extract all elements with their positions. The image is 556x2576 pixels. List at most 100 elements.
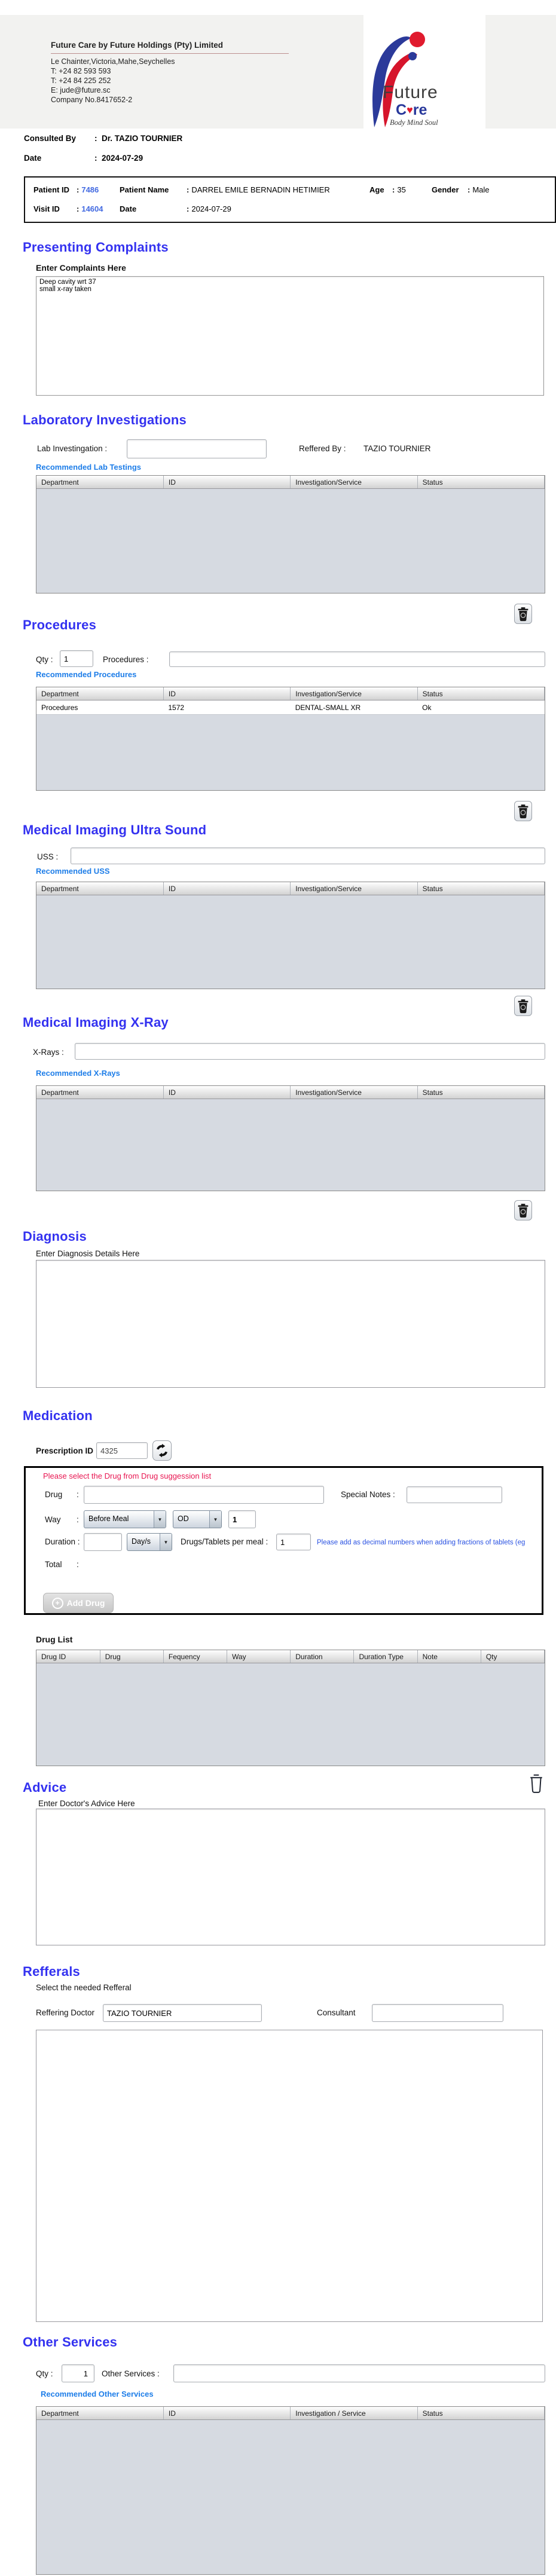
referring-doctor-label: Reffering Doctor xyxy=(36,2008,95,2017)
consulted-by-label: Consulted By xyxy=(24,134,77,143)
recommended-other-services-link[interactable]: Recommended Other Services xyxy=(41,2390,154,2398)
plus-icon: + xyxy=(51,1597,63,1609)
other-qty-label: Qty : xyxy=(36,2369,53,2378)
patient-age-value: 35 xyxy=(397,185,406,194)
clear-uss-list-button[interactable] xyxy=(514,996,532,1016)
section-title-procedures: Procedures xyxy=(23,617,97,632)
consultation-page: Future Care by Future Holdings (Pty) Lim… xyxy=(0,0,556,2576)
drug-list-table: Drug ID Drug Fequency Way Duration Duration T… xyxy=(36,1650,545,1766)
procedures-table: Department ID Investigation/Service Status P… xyxy=(36,687,545,791)
drug-input[interactable] xyxy=(84,1486,324,1504)
special-notes-input[interactable] xyxy=(407,1486,502,1503)
diagnosis-label: Enter Diagnosis Details Here xyxy=(36,1249,140,1258)
diagnosis-textarea[interactable] xyxy=(36,1260,545,1388)
xray-input[interactable] xyxy=(75,1043,545,1060)
date-row: Date: 2024-07-29 xyxy=(24,154,143,163)
company-name: Future Care by Future Holdings (Pty) Lim… xyxy=(51,41,224,50)
recommended-xrays-link[interactable]: Recommended X-Rays xyxy=(36,1069,120,1078)
referrals-subtitle: Select the needed Refferal xyxy=(36,1983,132,1992)
recommended-procedures-link[interactable]: Recommended Procedures xyxy=(36,670,136,679)
referred-by-value: TAZIO TOURNIER xyxy=(363,444,431,453)
duration-input[interactable] xyxy=(84,1533,122,1551)
lab-investigation-input[interactable] xyxy=(127,439,267,458)
clear-drug-list-button[interactable] xyxy=(528,1773,544,1796)
advice-textarea[interactable] xyxy=(36,1809,545,1945)
column-header: Department xyxy=(36,1086,164,1099)
column-header: Duration xyxy=(290,1650,355,1663)
company-number: Company No.8417652-2 xyxy=(51,96,133,104)
complaints-textarea[interactable]: Deep cavity wrt 37 small x-ray taken xyxy=(36,276,544,396)
chevron-down-icon: ▼ xyxy=(160,1534,172,1550)
clear-xray-list-button[interactable] xyxy=(514,1200,532,1220)
special-notes-label: Special Notes : xyxy=(341,1490,395,1499)
column-header: Status xyxy=(417,687,545,700)
per-meal-label: Drugs/Tablets per meal : xyxy=(181,1537,268,1546)
frequency-qty-input[interactable] xyxy=(228,1510,256,1528)
section-title-medication: Medication xyxy=(23,1408,93,1423)
logo-tagline: Body Mind Soul xyxy=(390,118,438,127)
consultant-input[interactable] xyxy=(372,2004,503,2022)
refresh-prescription-id-button[interactable] xyxy=(152,1440,172,1461)
section-title-referrals: Refferals xyxy=(23,1964,80,1979)
column-header: ID xyxy=(163,476,291,489)
clear-lab-list-button[interactable] xyxy=(514,604,532,624)
column-header: Department xyxy=(36,2407,164,2420)
other-services-label: Other Services : xyxy=(102,2369,160,2378)
trash-icon xyxy=(530,1774,542,1793)
other-services-input[interactable] xyxy=(173,2364,545,2382)
column-header: Department xyxy=(36,882,164,895)
frequency-select[interactable]: OD ▼ xyxy=(173,1510,222,1528)
referral-list-box[interactable] xyxy=(36,2030,543,2322)
heart-icon: ♥ xyxy=(407,104,413,116)
meal-timing-select[interactable]: Before Meal ▼ xyxy=(84,1510,166,1528)
consulted-by-row: Consulted By: Dr. TAZIO TOURNIER xyxy=(24,134,183,143)
table-row[interactable]: Procedures 1572 DENTAL-SMALL XR Ok xyxy=(36,700,545,715)
company-address: Le Chainter,Victoria,Mahe,Seychelles xyxy=(51,57,175,66)
column-header: Note xyxy=(417,1650,481,1663)
duration-unit-select[interactable]: Day/s ▼ xyxy=(127,1533,172,1551)
section-title-advice: Advice xyxy=(23,1780,67,1795)
procedures-qty-input[interactable] xyxy=(60,650,93,667)
column-header: Department xyxy=(36,687,164,700)
recommended-uss-link[interactable]: Recommended USS xyxy=(36,867,110,876)
date-value: 2024-07-29 xyxy=(102,154,143,163)
column-header: Investigation / Service xyxy=(290,2407,418,2420)
lab-investigation-label: Lab Investingation : xyxy=(37,444,108,453)
column-header: Investigation/Service xyxy=(290,687,418,700)
chevron-down-icon: ▼ xyxy=(209,1511,221,1528)
section-title-ultrasound: Medical Imaging Ultra Sound xyxy=(23,822,207,837)
trash-icon xyxy=(518,607,528,622)
consulted-by-value: Dr. TAZIO TOURNIER xyxy=(102,134,183,143)
other-services-table: Department ID Investigation / Service Statu… xyxy=(36,2406,545,2575)
column-header: Fequency xyxy=(163,1650,228,1663)
company-phone-2: T: +24 84 225 252 xyxy=(51,77,111,85)
prescription-id-input[interactable] xyxy=(96,1442,148,1459)
advice-label: Enter Doctor's Advice Here xyxy=(38,1799,135,1808)
patient-gender-field: Gender: Male xyxy=(432,185,490,194)
column-header: Investigation/Service xyxy=(290,476,418,489)
other-qty-input[interactable] xyxy=(62,2364,94,2382)
trash-icon xyxy=(518,1204,528,1218)
per-meal-input[interactable] xyxy=(276,1534,311,1550)
drug-suggestion-warning: Please select the Drug from Drug suggess… xyxy=(43,1471,212,1480)
add-drug-button[interactable]: + Add Drug xyxy=(43,1593,114,1613)
decimal-note: Please add as decimal numbers when addin… xyxy=(317,1539,526,1546)
clear-procedures-list-button[interactable] xyxy=(514,801,532,821)
referring-doctor-input[interactable] xyxy=(103,2004,262,2022)
uss-table: Department ID Investigation/Service Status xyxy=(36,882,545,989)
procedures-input[interactable] xyxy=(169,651,545,667)
recommended-lab-testings-link[interactable]: Recommended Lab Testings xyxy=(36,463,141,472)
section-title-other-services: Other Services xyxy=(23,2335,118,2349)
patient-id-field: Patient ID:7486 xyxy=(33,185,99,194)
column-header: Qty xyxy=(481,1650,545,1663)
patient-info-box: Patient ID:7486 Patient Name: DARREL EMIL… xyxy=(24,176,556,223)
refresh-icon xyxy=(157,1443,167,1458)
uss-input[interactable] xyxy=(71,848,545,864)
patient-name-value: DARREL EMILE BERNADIN HETIMIER xyxy=(191,185,330,194)
column-header: ID xyxy=(163,687,291,700)
section-title-xray: Medical Imaging X-Ray xyxy=(23,1015,169,1030)
column-header: Status xyxy=(417,882,545,895)
column-header: ID xyxy=(163,1086,291,1099)
company-name-underline xyxy=(51,53,289,54)
total-label: Total xyxy=(45,1560,62,1569)
